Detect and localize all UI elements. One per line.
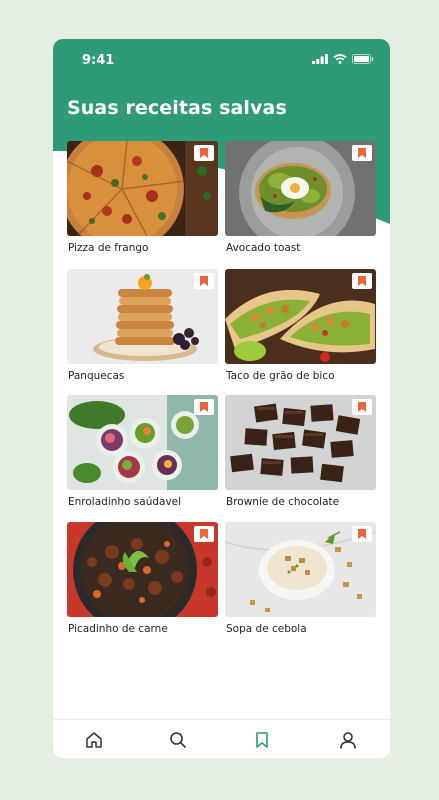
bookmark-button[interactable] [352,399,372,415]
recipe-photo-onion-soup [225,522,376,617]
recipe-photo-taco [225,269,376,364]
status-icons [312,54,374,64]
bookmark-button[interactable] [194,273,214,289]
recipe-name: Picadinho de carne [68,623,168,635]
bookmark-button[interactable] [194,399,214,415]
recipe-name: Panquecas [68,370,125,382]
bookmark-icon [200,148,208,158]
status-bar: 9:41 [53,39,390,83]
recipe-card[interactable]: Sopa de cebola [225,522,376,637]
recipe-name: Pizza de frango [68,242,149,254]
wifi-icon [333,54,347,64]
recipe-name: Taco de grão de bico [226,370,335,382]
bookmark-button[interactable] [352,145,372,161]
home-icon [86,732,102,748]
bookmark-icon [200,402,208,412]
bookmark-button[interactable] [194,145,214,161]
bookmark-icon [200,276,208,286]
recipe-card[interactable]: Brownie de chocolate [225,395,376,510]
battery-icon [352,54,374,64]
recipe-card[interactable]: Avocado toast [225,141,376,256]
recipe-name: Brownie de chocolate [226,496,340,508]
bookmark-icon [358,402,366,412]
recipe-card[interactable]: Taco de grão de bico [225,269,376,384]
bookmark-icon [358,276,366,286]
bookmark-icon [256,732,268,748]
recipe-card[interactable]: Enroladinho saúdavel [67,395,218,510]
recipe-name: Avocado toast [226,242,301,254]
recipe-photo-rolls [67,395,218,490]
recipe-name: Sopa de cebola [226,623,307,635]
bookmark-icon [358,148,366,158]
recipe-photo-brownie [225,395,376,490]
recipe-photo-pizza [67,141,218,236]
search-icon [170,732,186,748]
nav-profile-button[interactable] [337,729,359,751]
bookmark-icon [358,529,366,539]
bookmark-button[interactable] [352,526,372,542]
nav-saved-button[interactable] [251,729,273,751]
recipe-photo-avocado-toast [225,141,376,236]
recipe-card[interactable]: Pizza de frango [67,141,218,256]
bottom-navigation [53,719,390,758]
recipe-card[interactable]: Picadinho de carne [67,522,218,637]
recipe-name: Enroladinho saúdavel [68,496,182,508]
bookmark-button[interactable] [194,526,214,542]
signal-icon [312,54,328,64]
status-time: 9:41 [82,53,115,68]
bookmark-button[interactable] [352,273,372,289]
bookmark-icon [200,529,208,539]
profile-icon [340,732,356,749]
recipe-photo-beef-stew [67,522,218,617]
recipe-photo-pancakes [67,269,218,364]
page-title: Suas receitas salvas [67,97,287,119]
app-screen: 9:41 Suas receitas salvas Pizza de frang… [53,39,390,758]
recipe-card[interactable]: Panquecas [67,269,218,384]
nav-search-button[interactable] [167,729,189,751]
nav-home-button[interactable] [83,729,105,751]
